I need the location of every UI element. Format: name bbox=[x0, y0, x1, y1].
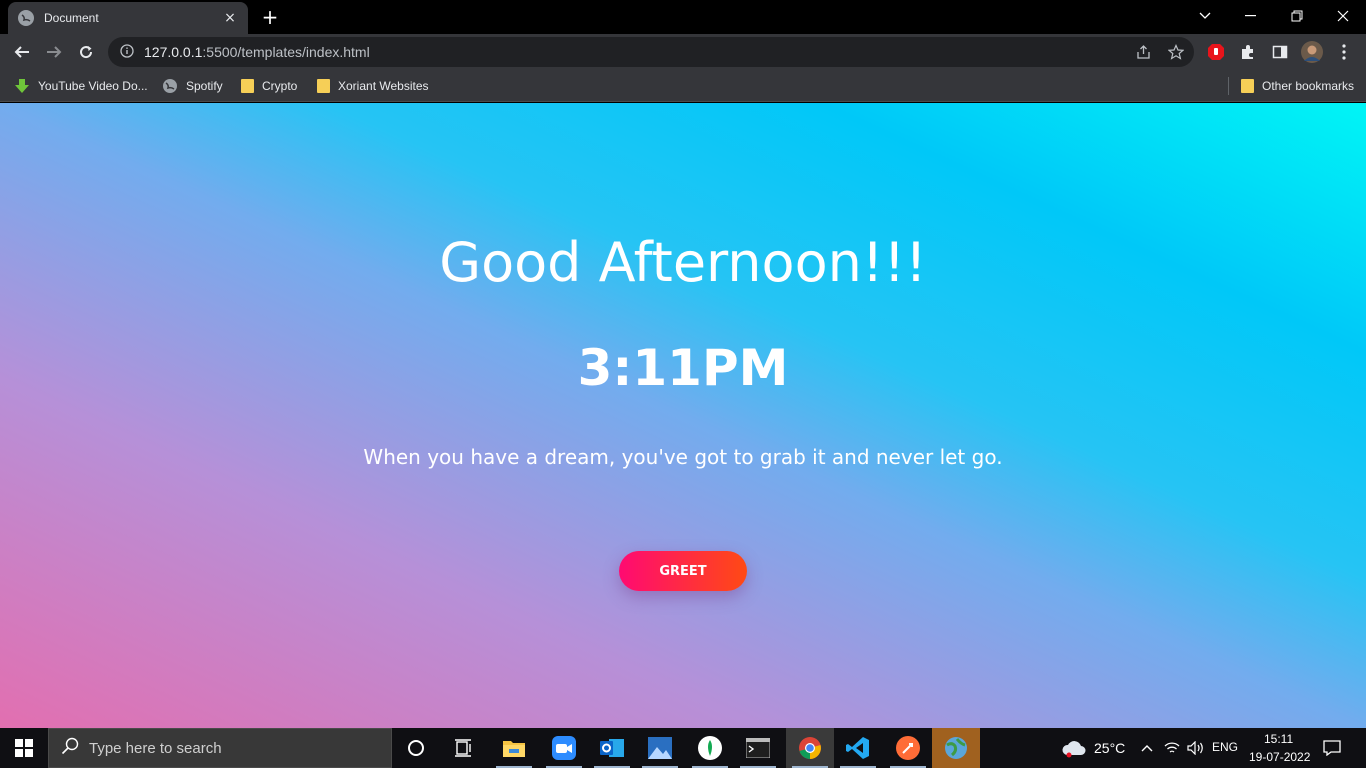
folder-icon bbox=[317, 79, 330, 93]
minimize-icon[interactable] bbox=[1228, 0, 1274, 32]
taskbar: Type here to search 25°C ENG 15:11 19-07… bbox=[0, 728, 1366, 768]
clock-time: 3:11PM bbox=[577, 339, 789, 397]
address-bar[interactable]: 127.0.0.1:5500/templates/index.html bbox=[108, 37, 1194, 67]
weather-cloud-icon[interactable] bbox=[1050, 728, 1098, 768]
greeting-heading: Good Afternoon!!! bbox=[439, 231, 927, 294]
site-info-icon[interactable] bbox=[120, 43, 134, 62]
browser-tab[interactable]: Document × bbox=[8, 2, 248, 34]
search-icon bbox=[61, 737, 79, 759]
other-bookmarks-label: Other bookmarks bbox=[1262, 79, 1355, 93]
browser-tab-strip: Document × + bbox=[0, 0, 1366, 34]
bookmark-label: Spotify bbox=[186, 79, 223, 93]
zoom-icon[interactable] bbox=[540, 728, 588, 768]
forward-arrow-icon[interactable] bbox=[40, 38, 68, 66]
bookmark-label: Crypto bbox=[262, 79, 298, 93]
bookmarks-bar: YouTube Video Do... Spotify Crypto Xoria… bbox=[0, 70, 1366, 102]
browser-menu-icon[interactable] bbox=[1330, 38, 1358, 66]
close-window-icon[interactable] bbox=[1320, 0, 1366, 32]
photos-icon[interactable] bbox=[636, 728, 684, 768]
greet-button[interactable]: GREET bbox=[619, 551, 747, 591]
postman-icon[interactable] bbox=[884, 728, 932, 768]
url-text: 127.0.0.1:5500/templates/index.html bbox=[144, 44, 370, 60]
terminal-icon[interactable] bbox=[734, 728, 782, 768]
url-path: :5500/templates/index.html bbox=[202, 44, 370, 60]
notifications-icon[interactable] bbox=[1312, 728, 1352, 768]
bookmark-youtube-video-downloader[interactable]: YouTube Video Do... bbox=[14, 76, 148, 96]
side-panel-icon[interactable] bbox=[1266, 38, 1294, 66]
adblock-extension-icon[interactable] bbox=[1202, 38, 1230, 66]
reload-icon[interactable] bbox=[72, 38, 100, 66]
restore-icon[interactable] bbox=[1274, 0, 1320, 32]
quote-text: When you have a dream, you've got to gra… bbox=[363, 445, 1003, 469]
mongodb-compass-icon[interactable] bbox=[686, 728, 734, 768]
app-globe-icon[interactable] bbox=[932, 728, 980, 768]
outlook-icon[interactable] bbox=[588, 728, 636, 768]
search-placeholder: Type here to search bbox=[89, 739, 222, 757]
folder-icon bbox=[1241, 79, 1254, 93]
volume-icon[interactable] bbox=[1184, 728, 1208, 768]
bookmark-label: Xoriant Websites bbox=[338, 79, 429, 93]
taskbar-search-box[interactable]: Type here to search bbox=[48, 728, 392, 768]
tab-close-icon[interactable]: × bbox=[222, 10, 238, 26]
bookmark-star-icon[interactable] bbox=[1162, 37, 1190, 67]
tray-clock-date[interactable]: 19-07-2022 bbox=[1249, 750, 1310, 764]
bookmark-folder-xoriant-websites[interactable]: Xoriant Websites bbox=[317, 76, 429, 96]
windows-start-icon[interactable] bbox=[0, 728, 48, 768]
share-icon[interactable] bbox=[1130, 37, 1158, 67]
weather-temperature: 25°C bbox=[1094, 740, 1126, 756]
task-view-icon[interactable] bbox=[440, 728, 488, 768]
globe-icon bbox=[162, 78, 178, 94]
extensions-puzzle-icon[interactable] bbox=[1234, 38, 1262, 66]
vscode-icon[interactable] bbox=[834, 728, 882, 768]
bookmark-spotify[interactable]: Spotify bbox=[162, 76, 223, 96]
globe-icon bbox=[18, 10, 34, 26]
folder-icon bbox=[241, 79, 254, 93]
new-tab-button[interactable]: + bbox=[258, 6, 282, 30]
tab-title: Document bbox=[44, 11, 99, 25]
url-host: 127.0.0.1 bbox=[144, 44, 203, 60]
back-arrow-icon[interactable] bbox=[8, 38, 36, 66]
show-hidden-icons-chevron-icon[interactable] bbox=[1134, 728, 1160, 768]
download-arrow-icon bbox=[14, 78, 30, 94]
wifi-icon[interactable] bbox=[1160, 728, 1184, 768]
bookmark-folder-other-bookmarks[interactable]: Other bookmarks bbox=[1241, 76, 1354, 96]
cortana-icon[interactable] bbox=[392, 728, 440, 768]
bookmark-label: YouTube Video Do... bbox=[38, 79, 148, 93]
browser-toolbar: 127.0.0.1:5500/templates/index.html bbox=[0, 34, 1366, 70]
file-explorer-icon[interactable] bbox=[490, 728, 538, 768]
chrome-icon[interactable] bbox=[786, 728, 834, 768]
profile-avatar[interactable] bbox=[1298, 38, 1326, 66]
tray-clock-time[interactable]: 15:11 bbox=[1264, 732, 1293, 746]
tab-search-chevron-icon[interactable] bbox=[1182, 0, 1228, 32]
input-language[interactable]: ENG bbox=[1212, 740, 1238, 754]
page-content: Good Afternoon!!! 3:11PM When you have a… bbox=[0, 103, 1366, 728]
bookmark-folder-crypto[interactable]: Crypto bbox=[241, 76, 297, 96]
bookmarks-divider bbox=[1228, 77, 1229, 95]
